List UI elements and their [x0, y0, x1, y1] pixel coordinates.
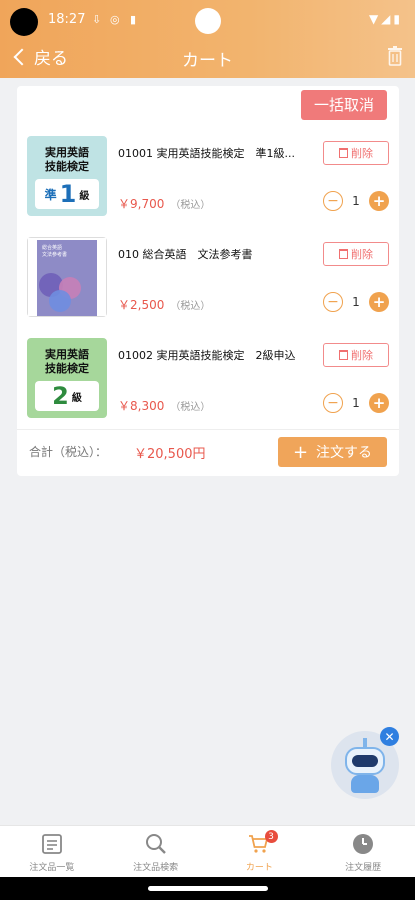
tab-order-search[interactable]: 注文品検索 [104, 826, 208, 877]
center-dot [195, 8, 221, 34]
tax-label: （税込） [170, 402, 211, 413]
search-icon [145, 834, 166, 854]
grade-number: 2 [52, 382, 69, 410]
item-price: ￥8,300 （税込） [118, 397, 210, 414]
grade-suffix: 級 [79, 190, 90, 202]
delete-button[interactable]: 削除 [323, 343, 389, 367]
plus-button[interactable]: + [369, 292, 389, 312]
price-value: ￥2,500 [118, 298, 165, 312]
cart-item: 総合英語 文法参考書 010 総合英語 文法参考書 削除 ￥2,500 （税込） … [17, 237, 399, 332]
order-button[interactable]: + 注文する [278, 437, 387, 467]
item-price: ￥9,700 （税込） [118, 195, 210, 212]
price-value: ￥9,700 [118, 197, 165, 211]
book-cover-image: 総合英語 文法参考書 [27, 237, 107, 317]
book-title-line: 総合英語 [42, 245, 63, 251]
delete-button[interactable]: 削除 [323, 242, 389, 266]
gesture-bar [0, 877, 415, 900]
tab-label: 注文履歴 [345, 863, 382, 873]
item-name[interactable]: 01002 実用英語技能検定 2級申込 [118, 347, 318, 363]
thumb-title-line: 技能検定 [45, 160, 89, 173]
nav-bar: 戻る カート [0, 42, 415, 76]
tax-label: （税込） [170, 200, 211, 211]
order-label: 注文する [316, 445, 373, 461]
tab-order-list[interactable]: 注文品一覧 [0, 826, 104, 877]
grade-box: 準 1 級 [35, 179, 99, 209]
quantity-stepper: − 1 + [323, 292, 389, 312]
grade-number: 1 [59, 180, 77, 208]
trash-icon [339, 350, 348, 360]
product-thumbnail[interactable]: 総合英語 文法参考書 [27, 237, 107, 317]
assistant-bot-button[interactable]: ✕ [331, 727, 399, 799]
signal-battery-icon: ▼◢▮ [368, 12, 403, 26]
tab-label: カート [245, 863, 273, 873]
quantity-stepper: − 1 + [323, 191, 389, 211]
cart-count-badge: 3 [264, 830, 278, 843]
home-indicator[interactable] [148, 886, 268, 891]
divider [17, 429, 399, 430]
bottom-tab-bar: 注文品一覧 注文品検索 3 カート 注文履歴 [0, 825, 415, 877]
grade-box: 2 級 [35, 381, 99, 411]
tab-label: 注文品検索 [133, 863, 179, 873]
cart-card: 一括取消 実用英語 技能検定 準 1 級 01001 実用英語技能検定 準1級.… [17, 86, 399, 476]
grade-suffix: 級 [71, 392, 82, 404]
status-time: 18:27 [48, 12, 86, 27]
tab-cart[interactable]: 3 カート [208, 826, 312, 877]
tab-order-history[interactable]: 注文履歴 [311, 826, 415, 877]
plus-icon: + [292, 441, 309, 463]
quantity-value: 1 [352, 194, 360, 208]
quantity-stepper: − 1 + [323, 393, 389, 413]
tax-label: （税込） [170, 301, 211, 312]
cart-item: 実用英語 技能検定 2 級 01002 実用英語技能検定 2級申込 削除 ￥8,… [17, 338, 399, 433]
book-title-line: 文法参考書 [42, 252, 68, 258]
robot-icon [345, 747, 385, 775]
grade-prefix: 準 [44, 187, 57, 202]
trash-icon [339, 249, 348, 259]
minus-button[interactable]: − [323, 292, 343, 312]
status-bar: 18:27 ⇩ ◎ ▮ ▼◢▮ [0, 0, 415, 38]
total-label: 合計（税込）： [29, 445, 108, 459]
delete-label: 削除 [351, 349, 373, 362]
list-icon [41, 834, 62, 854]
close-icon[interactable]: ✕ [380, 727, 399, 746]
minus-button[interactable]: − [323, 191, 343, 211]
item-name[interactable]: 01001 実用英語技能検定 準1級... [118, 145, 318, 161]
delete-label: 削除 [351, 248, 373, 261]
item-price: ￥2,500 （税込） [118, 296, 210, 313]
item-name[interactable]: 010 総合英語 文法参考書 [118, 246, 318, 262]
thumb-title-line: 技能検定 [45, 362, 89, 375]
page-title: カート [182, 51, 233, 71]
thumb-title-line: 実用英語 [45, 146, 89, 159]
product-thumbnail[interactable]: 実用英語 技能検定 2 級 [27, 338, 107, 418]
product-thumbnail[interactable]: 実用英語 技能検定 準 1 級 [27, 136, 107, 216]
sim-icon: ▮ [130, 13, 137, 26]
bulk-cancel-button[interactable]: 一括取消 [301, 90, 387, 120]
camera-cutout [10, 8, 38, 36]
tab-label: 注文品一覧 [29, 863, 75, 873]
plus-button[interactable]: + [369, 191, 389, 211]
minus-button[interactable]: − [323, 393, 343, 413]
clock-icon [353, 834, 374, 854]
app-header: 18:27 ⇩ ◎ ▮ ▼◢▮ 戻る カート [0, 0, 415, 78]
sync-icon: ◎ [110, 13, 120, 26]
trash-icon[interactable] [387, 46, 403, 66]
delete-button[interactable]: 削除 [323, 141, 389, 165]
price-value: ￥8,300 [118, 399, 165, 413]
thumb-title-line: 実用英語 [45, 348, 89, 361]
quantity-value: 1 [352, 396, 360, 410]
trash-icon [339, 148, 348, 158]
cart-item: 実用英語 技能検定 準 1 級 01001 実用英語技能検定 準1級... 削除… [17, 136, 399, 231]
download-icon: ⇩ [92, 13, 102, 26]
total-value: ￥20,500円 [134, 447, 206, 462]
delete-label: 削除 [351, 147, 373, 160]
plus-button[interactable]: + [369, 393, 389, 413]
quantity-value: 1 [352, 295, 360, 309]
